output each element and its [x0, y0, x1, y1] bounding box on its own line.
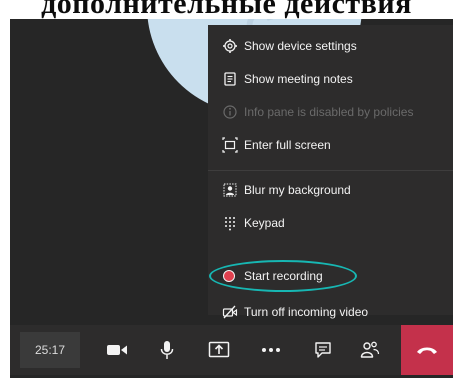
- meeting-window: G Show device settings Show meeting note…: [10, 19, 453, 378]
- more-actions-button[interactable]: [254, 334, 288, 366]
- participants-button[interactable]: [353, 334, 387, 366]
- microphone-icon: [160, 341, 174, 359]
- microphone-button[interactable]: [150, 334, 184, 366]
- share-screen-icon: [208, 341, 230, 358]
- menu-item-label: Keypad: [244, 216, 285, 230]
- hang-up-icon: [417, 347, 437, 354]
- menu-item-keypad[interactable]: Keypad: [208, 213, 453, 233]
- call-toolbar: 25:17: [10, 325, 453, 375]
- menu-divider: [208, 170, 453, 171]
- info-icon: [223, 105, 237, 119]
- menu-item-device-settings[interactable]: Show device settings: [208, 36, 453, 56]
- more-actions-icon: [262, 348, 280, 352]
- gear-icon: [223, 39, 237, 53]
- blur-background-icon: [223, 183, 237, 197]
- participants-icon: [360, 341, 380, 358]
- video-off-icon: [222, 305, 238, 319]
- camera-button[interactable]: [100, 334, 134, 366]
- chat-icon: [315, 342, 331, 358]
- recording-highlight-circle: [209, 260, 357, 292]
- menu-item-label: Enter full screen: [244, 138, 331, 152]
- menu-item-meeting-notes[interactable]: Show meeting notes: [208, 69, 453, 89]
- call-timer: 25:17: [20, 332, 80, 368]
- chat-button[interactable]: [306, 334, 340, 366]
- keypad-icon: [225, 217, 235, 231]
- more-actions-menu: Show device settings Show meeting notes …: [208, 25, 453, 319]
- share-screen-button[interactable]: [202, 334, 236, 366]
- camera-icon: [107, 345, 127, 355]
- menu-item-info-pane: Info pane is disabled by policies: [208, 102, 453, 122]
- menu-item-label: Info pane is disabled by policies: [244, 105, 414, 119]
- menu-item-label: Show device settings: [244, 39, 357, 53]
- notes-icon: [224, 72, 236, 86]
- hang-up-button[interactable]: [401, 325, 453, 375]
- menu-item-label: Turn off incoming video: [244, 305, 369, 319]
- header-caption: дополнительные действия: [41, 0, 412, 20]
- menu-item-full-screen[interactable]: Enter full screen: [208, 135, 453, 155]
- fullscreen-icon: [222, 137, 238, 153]
- menu-item-label: Show meeting notes: [244, 72, 353, 86]
- menu-item-turn-off-video[interactable]: Turn off incoming video: [208, 302, 453, 322]
- menu-item-blur-background[interactable]: Blur my background: [208, 180, 453, 200]
- menu-item-label: Blur my background: [244, 183, 351, 197]
